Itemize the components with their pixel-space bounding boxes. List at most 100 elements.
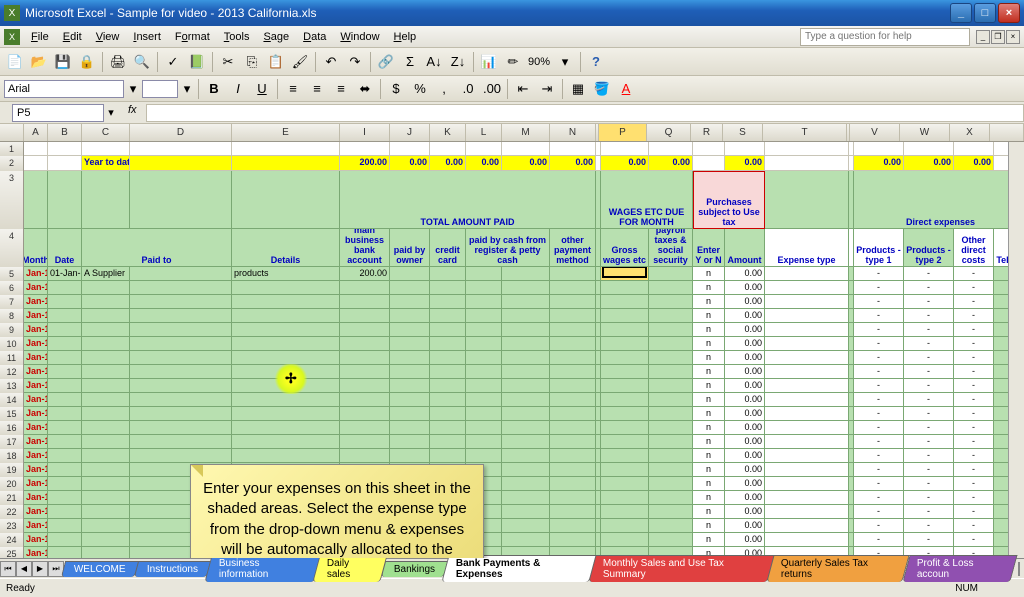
cell[interactable]: -: [854, 491, 904, 505]
cell[interactable]: [649, 379, 693, 393]
cell[interactable]: [390, 323, 430, 337]
cell[interactable]: [649, 267, 693, 281]
tab-monthly-tax[interactable]: Monthly Sales and Use Tax Summary: [589, 555, 775, 582]
cell[interactable]: [649, 323, 693, 337]
cell[interactable]: [502, 435, 550, 449]
cell[interactable]: n: [693, 337, 725, 351]
font-size-select[interactable]: [142, 80, 178, 98]
cell[interactable]: 0.00: [725, 295, 765, 309]
cell[interactable]: [601, 142, 649, 156]
merge-icon[interactable]: ⬌: [354, 78, 376, 100]
cell[interactable]: [390, 393, 430, 407]
cell[interactable]: [390, 295, 430, 309]
tab-instructions[interactable]: Instructions: [134, 561, 211, 577]
cell[interactable]: n: [693, 533, 725, 547]
align-center-icon[interactable]: ≡: [306, 78, 328, 100]
tab-profit-loss[interactable]: Profit & Loss accoun: [902, 555, 1018, 582]
cell[interactable]: -: [904, 295, 954, 309]
cell[interactable]: [24, 142, 48, 156]
cell[interactable]: -: [854, 463, 904, 477]
vertical-scrollbar[interactable]: [1008, 142, 1024, 558]
row-header[interactable]: 25: [0, 547, 24, 558]
cell[interactable]: [649, 351, 693, 365]
cell[interactable]: [390, 281, 430, 295]
cell[interactable]: [765, 519, 849, 533]
cell[interactable]: -: [854, 449, 904, 463]
align-left-icon[interactable]: ≡: [282, 78, 304, 100]
cell[interactable]: [649, 393, 693, 407]
cell[interactable]: -: [954, 323, 994, 337]
cell[interactable]: [649, 281, 693, 295]
italic-icon[interactable]: I: [227, 78, 249, 100]
cell[interactable]: [82, 281, 130, 295]
font-color-icon[interactable]: A: [615, 78, 637, 100]
cell[interactable]: -: [854, 281, 904, 295]
menu-data[interactable]: Data: [296, 28, 333, 46]
cell[interactable]: [601, 407, 649, 421]
cell[interactable]: n: [693, 351, 725, 365]
cell[interactable]: [390, 309, 430, 323]
col-header[interactable]: V: [850, 124, 900, 141]
bold-icon[interactable]: B: [203, 78, 225, 100]
col-header[interactable]: M: [502, 124, 550, 141]
col-header[interactable]: E: [232, 124, 340, 141]
cell[interactable]: [340, 421, 390, 435]
cell[interactable]: [765, 533, 849, 547]
cell[interactable]: [502, 323, 550, 337]
cell[interactable]: [390, 379, 430, 393]
cell[interactable]: [232, 295, 340, 309]
col-header[interactable]: L: [466, 124, 502, 141]
cell[interactable]: [340, 295, 390, 309]
cell[interactable]: [502, 267, 550, 281]
dec-decimal-icon[interactable]: .00: [481, 78, 503, 100]
cell[interactable]: [502, 533, 550, 547]
cell[interactable]: Jan-13: [24, 505, 48, 519]
cell[interactable]: -: [954, 309, 994, 323]
cell[interactable]: Jan-13: [24, 491, 48, 505]
cell[interactable]: [502, 337, 550, 351]
cell[interactable]: [466, 365, 502, 379]
cell[interactable]: [601, 393, 649, 407]
menu-insert[interactable]: Insert: [126, 28, 168, 46]
col-header[interactable]: Q: [647, 124, 691, 141]
row-header[interactable]: 23: [0, 519, 24, 533]
cell[interactable]: [550, 142, 596, 156]
row-header[interactable]: 21: [0, 491, 24, 505]
cell[interactable]: -: [854, 477, 904, 491]
cell[interactable]: [430, 281, 466, 295]
cell[interactable]: [48, 463, 82, 477]
cell[interactable]: [765, 393, 849, 407]
cell[interactable]: products: [232, 267, 340, 281]
cell[interactable]: [82, 477, 130, 491]
cell[interactable]: [502, 463, 550, 477]
menu-view[interactable]: View: [89, 28, 127, 46]
cell[interactable]: -: [954, 491, 994, 505]
menu-format[interactable]: Format: [168, 28, 217, 46]
cell[interactable]: [48, 519, 82, 533]
cell[interactable]: [765, 463, 849, 477]
cell[interactable]: [601, 505, 649, 519]
menu-tools[interactable]: Tools: [217, 28, 257, 46]
cell[interactable]: [466, 337, 502, 351]
cell[interactable]: n: [693, 421, 725, 435]
cell[interactable]: [82, 407, 130, 421]
row-header[interactable]: 1: [0, 142, 24, 156]
row-header[interactable]: 4: [0, 229, 24, 267]
cell[interactable]: n: [693, 267, 725, 281]
cell[interactable]: [649, 519, 693, 533]
cell[interactable]: [466, 281, 502, 295]
namebox-dropdown-icon[interactable]: ▾: [104, 106, 118, 119]
help-search[interactable]: [800, 28, 970, 46]
cell[interactable]: [601, 533, 649, 547]
menu-edit[interactable]: Edit: [56, 28, 89, 46]
cell[interactable]: -: [904, 365, 954, 379]
cell[interactable]: [232, 435, 340, 449]
cell[interactable]: -: [904, 477, 954, 491]
cell[interactable]: Jan-13: [24, 337, 48, 351]
cell[interactable]: [82, 351, 130, 365]
col-header[interactable]: P: [599, 124, 647, 141]
cell[interactable]: [601, 365, 649, 379]
cell[interactable]: -: [854, 505, 904, 519]
cell[interactable]: [466, 435, 502, 449]
cell[interactable]: [82, 435, 130, 449]
